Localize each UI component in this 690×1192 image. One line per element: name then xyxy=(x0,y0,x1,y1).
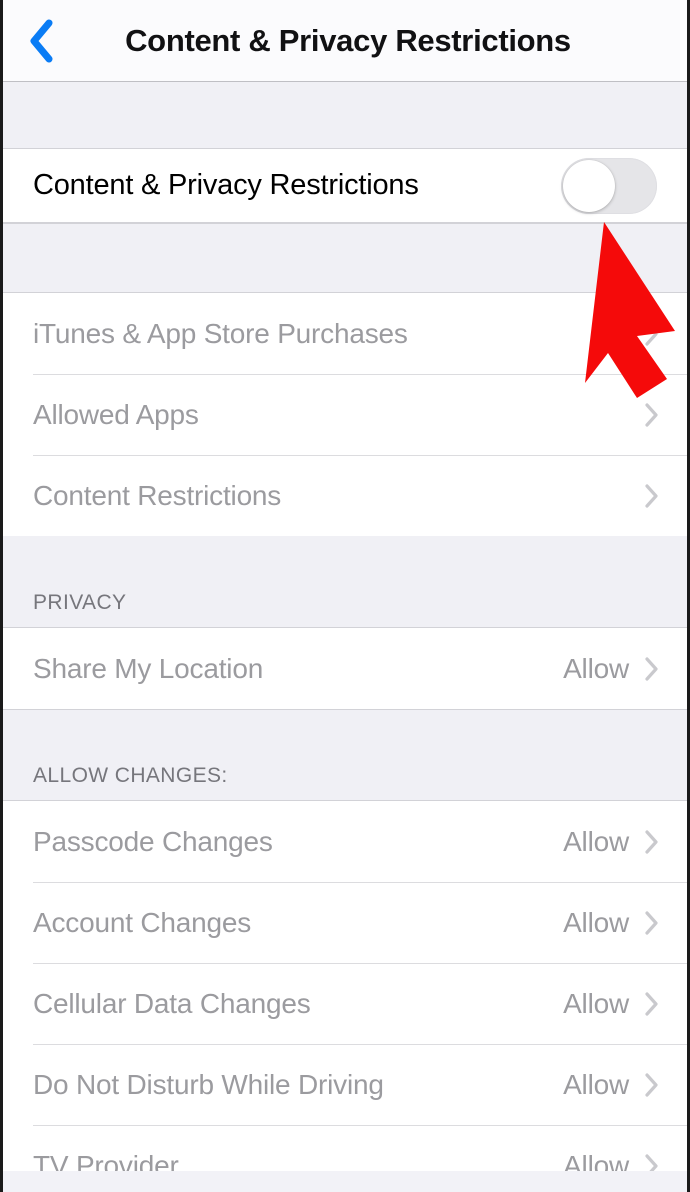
list-item-value: Allow xyxy=(563,652,629,684)
toggle-knob xyxy=(563,159,615,212)
content-privacy-restrictions-label: Content & Privacy Restrictions xyxy=(33,169,419,201)
section-gap-top xyxy=(3,82,687,149)
chevron-left-icon xyxy=(28,19,54,63)
list-item[interactable]: Allowed Apps xyxy=(3,374,687,455)
allow-changes-group: Passcode Changes Allow Account Changes Allo… xyxy=(3,801,687,1171)
chevron-right-icon xyxy=(645,1072,658,1097)
back-button[interactable] xyxy=(13,0,69,81)
allow-changes-section-header-label: ALLOW CHANGES: xyxy=(33,764,228,787)
list-item-value: Allow xyxy=(563,1068,629,1100)
list-item-value: Allow xyxy=(563,825,629,857)
content-privacy-restrictions-row[interactable]: Content & Privacy Restrictions xyxy=(3,149,687,223)
chevron-right-icon xyxy=(645,656,658,681)
section-gap-allow-changes xyxy=(3,709,687,755)
allow-changes-section-header: ALLOW CHANGES: xyxy=(3,755,687,801)
list-item-label: Do Not Disturb While Driving xyxy=(33,1068,384,1100)
list-item-value: Allow xyxy=(563,1150,629,1171)
chevron-right-icon xyxy=(645,910,658,935)
chevron-right-icon xyxy=(645,1154,658,1171)
list-item-label: Content Restrictions xyxy=(33,479,282,511)
list-item-label: Allowed Apps xyxy=(33,398,199,430)
chevron-right-icon xyxy=(645,991,658,1016)
restrictions-group: iTunes & App Store Purchases Allowed Apps… xyxy=(3,293,687,536)
list-item[interactable]: Passcode Changes Allow xyxy=(3,801,687,882)
section-gap-restrictions xyxy=(3,223,687,293)
chevron-right-icon xyxy=(645,829,658,854)
chevron-right-icon xyxy=(645,483,658,508)
page-title: Content & Privacy Restrictions xyxy=(125,22,571,58)
list-item-label: Account Changes xyxy=(33,906,252,938)
list-item-label: TV Provider xyxy=(33,1150,179,1171)
chevron-right-icon xyxy=(645,402,658,427)
list-item-label: iTunes & App Store Purchases xyxy=(33,317,408,349)
privacy-section-header: PRIVACY xyxy=(3,536,687,628)
privacy-group: Share My Location Allow xyxy=(3,628,687,709)
list-item-label: Cellular Data Changes xyxy=(33,987,311,1019)
list-item[interactable]: Share My Location Allow xyxy=(3,628,687,709)
list-item[interactable]: iTunes & App Store Purchases xyxy=(3,293,687,374)
list-item-label: Passcode Changes xyxy=(33,825,273,857)
settings-screen: Content & Privacy Restrictions Content &… xyxy=(0,0,690,1192)
list-item[interactable]: Content Restrictions xyxy=(3,455,687,536)
list-item-label: Share My Location xyxy=(33,652,264,684)
navigation-bar: Content & Privacy Restrictions xyxy=(3,0,687,82)
list-item-value: Allow xyxy=(563,987,629,1019)
privacy-section-header-label: PRIVACY xyxy=(33,591,127,614)
list-item[interactable]: Cellular Data Changes Allow xyxy=(3,963,687,1044)
chevron-right-icon xyxy=(645,321,658,346)
list-item[interactable]: Do Not Disturb While Driving Allow xyxy=(3,1044,687,1125)
list-item[interactable]: Account Changes Allow xyxy=(3,882,687,963)
content-privacy-restrictions-toggle[interactable] xyxy=(561,157,657,214)
list-item-value: Allow xyxy=(563,906,629,938)
master-toggle-group: Content & Privacy Restrictions xyxy=(3,149,687,223)
list-item[interactable]: TV Provider Allow xyxy=(3,1125,687,1171)
